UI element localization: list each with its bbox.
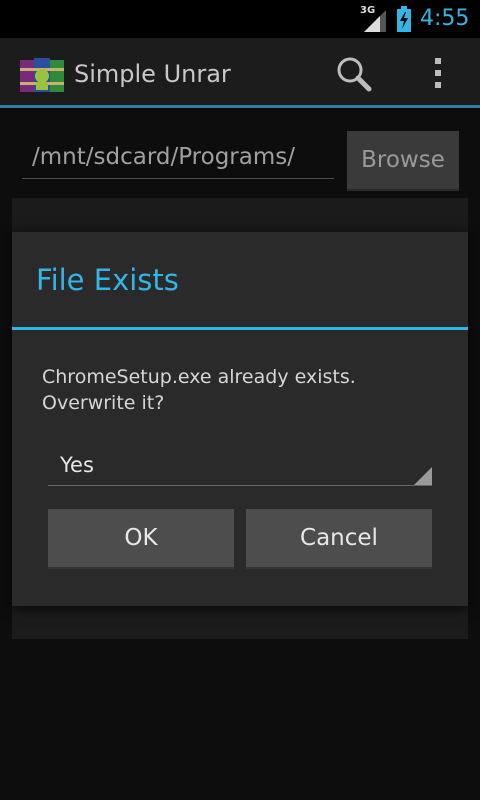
status-clock: 4:55 [420,6,470,31]
overflow-menu-icon[interactable] [426,56,450,92]
dialog-title-divider [12,327,468,330]
status-bar: 3G 4:55 [0,0,480,38]
battery-charging-icon [396,6,412,32]
cancel-button[interactable]: Cancel [246,509,432,569]
dialog-title: File Exists [36,263,179,297]
path-input[interactable] [22,135,334,179]
file-exists-dialog: File Exists ChromeSetup.exe already exis… [12,232,468,606]
dialog-message: ChromeSetup.exe already exists. Overwrit… [42,366,356,414]
spinner-selected-value: Yes [60,453,94,477]
search-icon[interactable] [334,56,374,92]
spinner-arrow-icon [414,467,432,485]
ok-button[interactable]: OK [48,509,234,569]
winrar-app-icon [18,56,68,96]
app-title: Simple Unrar [74,60,231,88]
signal-icon: 3G [360,6,388,32]
action-bar: Simple Unrar [0,38,480,108]
browse-button[interactable]: Browse [347,131,459,191]
overwrite-spinner[interactable]: Yes [48,446,432,486]
